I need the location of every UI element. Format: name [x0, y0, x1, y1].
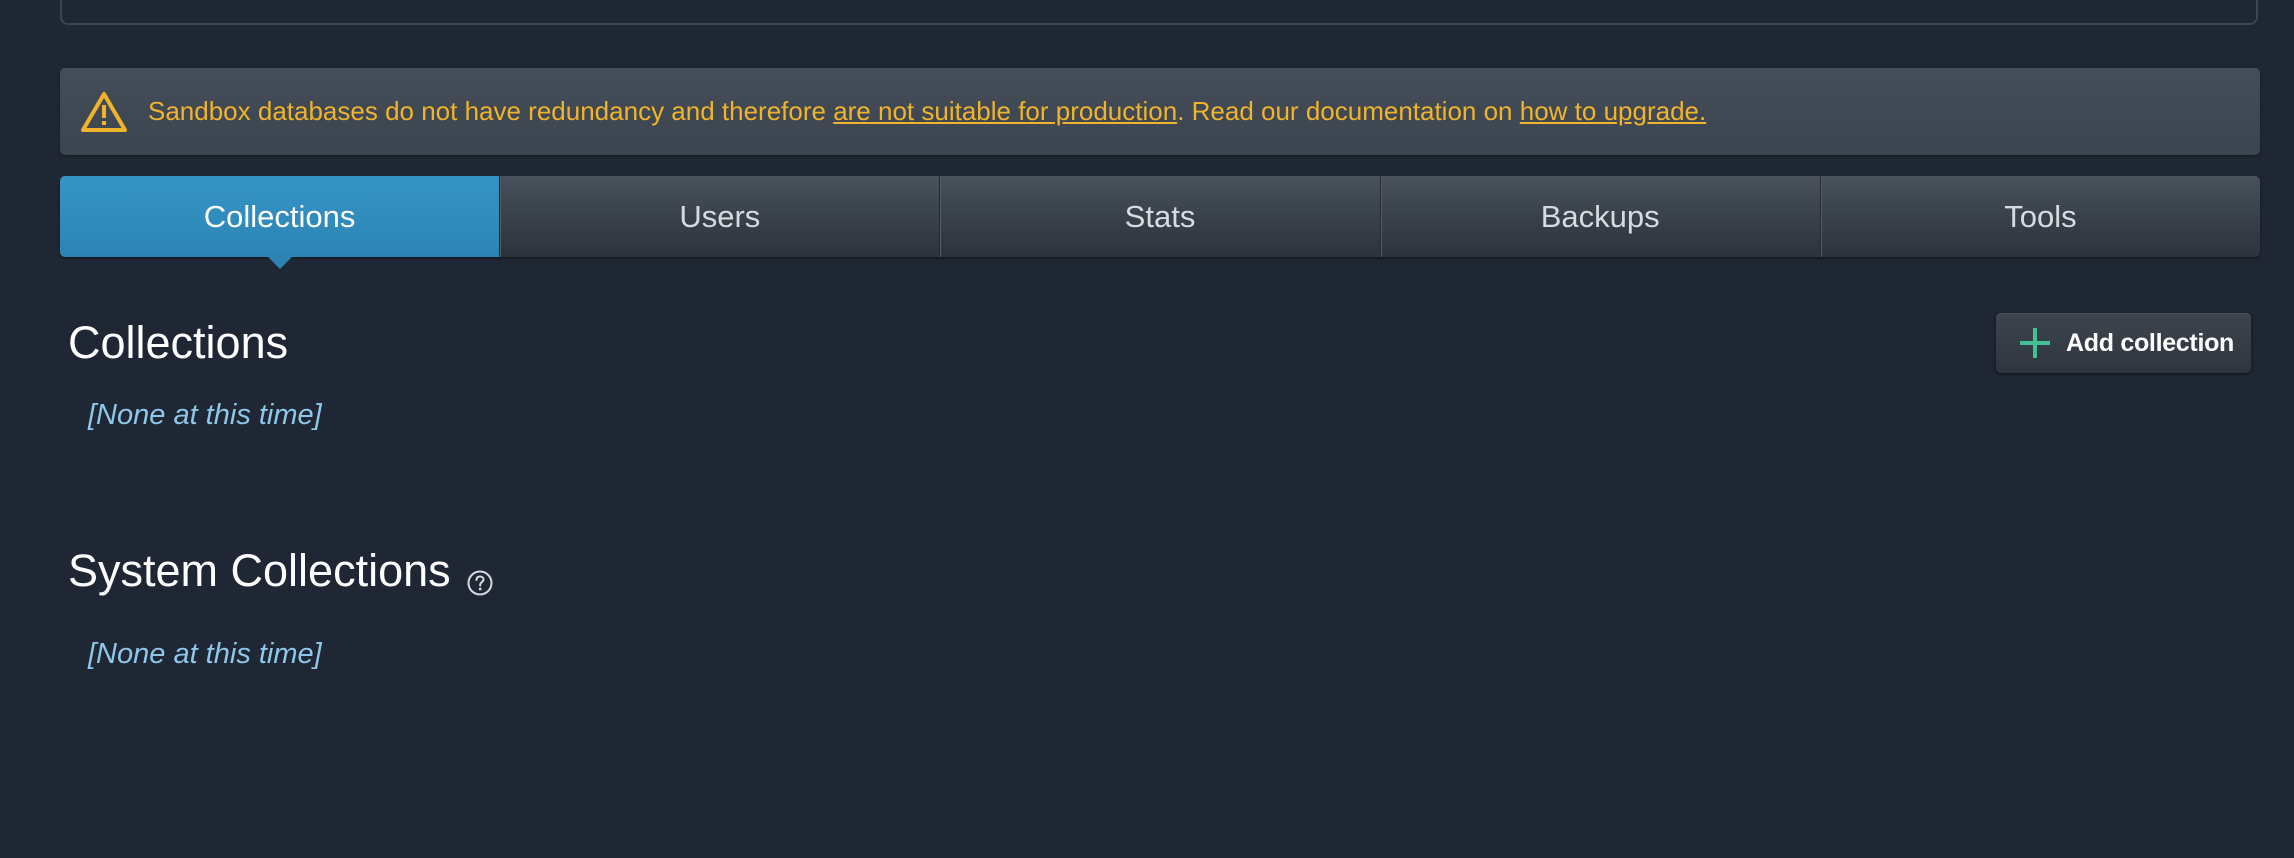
not-suitable-link[interactable]: are not suitable for production [833, 96, 1177, 126]
collections-heading: Collections [68, 317, 289, 368]
alert-message: Sandbox databases do not have redundancy… [148, 96, 1706, 127]
plus-icon [2020, 328, 2050, 358]
how-to-upgrade-link[interactable]: how to upgrade. [1520, 96, 1706, 126]
add-collection-label: Add collection [2066, 328, 2235, 357]
tab-collections[interactable]: Collections [60, 176, 500, 269]
system-collections-empty-text: [None at this time] [88, 638, 322, 670]
top-panel [60, 0, 2258, 25]
add-collection-button[interactable]: Add collection [1996, 313, 2251, 373]
system-collections-title: System Collections [68, 545, 451, 596]
page: Sandbox databases do not have redundancy… [0, 0, 2294, 858]
alert-text-before: Sandbox databases do not have redundancy… [148, 96, 834, 126]
tab-bar: Collections Users Stats Backups Tools [60, 176, 2260, 269]
tab-tools[interactable]: Tools [1819, 176, 2260, 257]
tab-stats[interactable]: Stats [939, 176, 1379, 257]
tab-backups[interactable]: Backups [1379, 176, 1820, 257]
collections-empty-text: [None at this time] [88, 399, 322, 431]
system-collections-heading: System Collections [68, 545, 493, 596]
help-icon[interactable] [467, 558, 493, 595]
warning-icon [80, 91, 128, 133]
alert-text-middle: . Read our documentation on [1177, 96, 1520, 126]
sandbox-warning-alert: Sandbox databases do not have redundancy… [60, 68, 2260, 155]
tab-users[interactable]: Users [499, 176, 939, 257]
